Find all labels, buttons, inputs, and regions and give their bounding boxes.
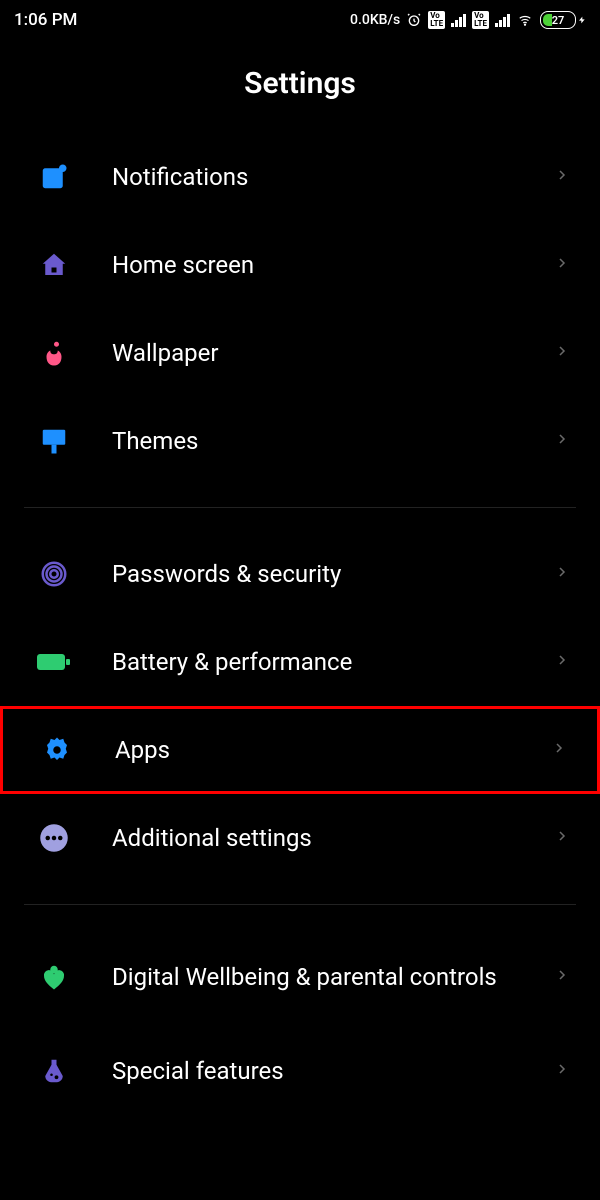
settings-row-special-features[interactable]: Special features: [0, 1027, 600, 1115]
battery-icon: [36, 652, 72, 672]
chevron-right-icon: [556, 965, 570, 989]
settings-row-themes[interactable]: Themes: [0, 397, 600, 485]
settings-row-label: Special features: [112, 1056, 516, 1086]
wallpaper-icon: [36, 338, 72, 368]
settings-row-wallpaper[interactable]: Wallpaper: [0, 309, 600, 397]
settings-group-0: Notifications Home screen Wallpaper Them…: [0, 133, 600, 485]
alarm-icon: [406, 12, 422, 28]
wifi-icon: [516, 13, 534, 27]
divider: [24, 904, 576, 905]
settings-row-label: Themes: [112, 426, 516, 456]
settings-row-notifications[interactable]: Notifications: [0, 133, 600, 221]
chevron-right-icon: [556, 429, 570, 453]
settings-row-passwords-security[interactable]: Passwords & security: [0, 530, 600, 618]
notifications-icon: [36, 162, 72, 192]
network-speed: 0.0KB/s: [350, 12, 400, 28]
status-bar: 1:06 PM 0.0KB/s VoLTE VoLTE 27: [0, 0, 600, 36]
settings-row-digital-wellbeing[interactable]: Digital Wellbeing & parental controls: [0, 927, 600, 1027]
settings-row-label: Digital Wellbeing & parental controls: [112, 962, 516, 992]
status-time: 1:06 PM: [14, 10, 77, 30]
chevron-right-icon: [556, 1059, 570, 1083]
gear-icon: [39, 735, 75, 765]
chevron-right-icon: [556, 826, 570, 850]
chevron-right-icon: [556, 650, 570, 674]
settings-row-apps[interactable]: Apps: [0, 706, 600, 794]
settings-row-label: Passwords & security: [112, 559, 516, 589]
chevron-right-icon: [556, 165, 570, 189]
heart-icon: [36, 962, 72, 992]
volte-badge-1: VoLTE: [428, 11, 445, 29]
status-indicators: 0.0KB/s VoLTE VoLTE 27: [350, 11, 586, 29]
settings-group-2: Digital Wellbeing & parental controls Sp…: [0, 927, 600, 1115]
chevron-right-icon: [556, 341, 570, 365]
signal-icon-2: [495, 13, 510, 27]
charging-icon: [578, 13, 586, 27]
flask-icon: [36, 1056, 72, 1086]
chevron-right-icon: [556, 253, 570, 277]
settings-row-label: Additional settings: [112, 823, 516, 853]
settings-row-additional-settings[interactable]: Additional settings: [0, 794, 600, 882]
chevron-right-icon: [553, 738, 567, 762]
settings-row-label: Battery & performance: [112, 647, 516, 677]
more-icon: [36, 823, 72, 853]
signal-icon-1: [451, 13, 466, 27]
battery-indicator: 27: [540, 11, 586, 29]
settings-group-1: Passwords & security Battery & performan…: [0, 530, 600, 882]
settings-row-label: Apps: [115, 735, 513, 765]
divider: [24, 507, 576, 508]
page-title: Settings: [0, 36, 600, 133]
chevron-right-icon: [556, 562, 570, 586]
volte-badge-2: VoLTE: [472, 11, 489, 29]
settings-row-label: Notifications: [112, 162, 516, 192]
fingerprint-icon: [36, 559, 72, 589]
settings-row-label: Wallpaper: [112, 338, 516, 368]
settings-row-label: Home screen: [112, 250, 516, 280]
settings-row-home-screen[interactable]: Home screen: [0, 221, 600, 309]
home-icon: [36, 250, 72, 280]
battery-percent: 27: [552, 14, 565, 27]
themes-icon: [36, 426, 72, 456]
settings-row-battery-performance[interactable]: Battery & performance: [0, 618, 600, 706]
